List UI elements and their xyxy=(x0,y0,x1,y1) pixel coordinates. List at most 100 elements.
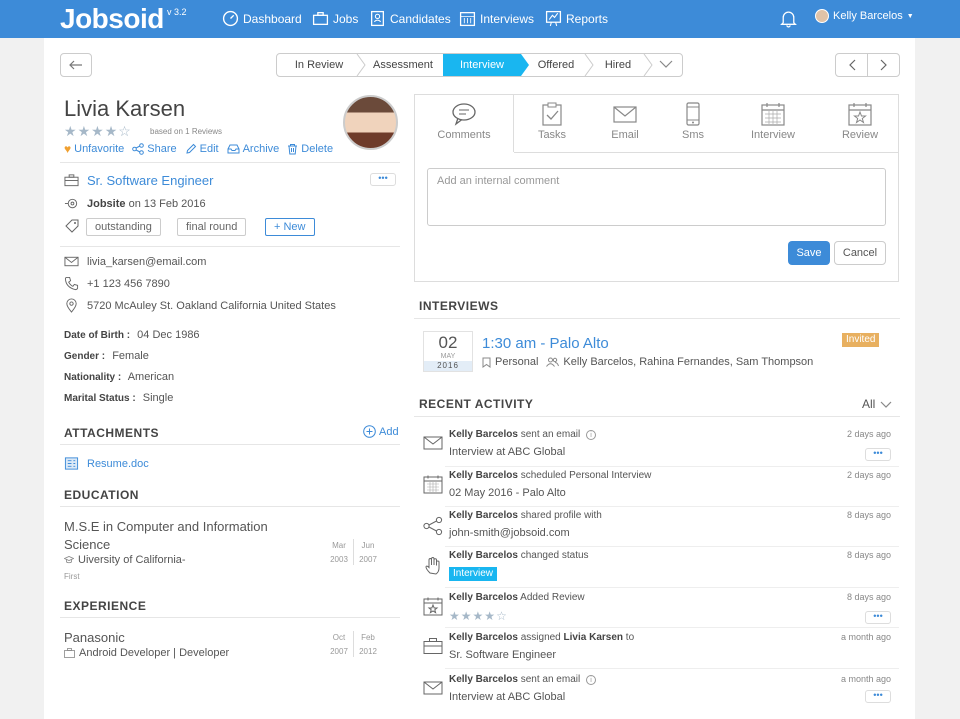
nav-reports-label: Reports xyxy=(566,11,609,26)
attachment-link[interactable]: Resume.doc xyxy=(87,458,149,470)
attachment-item: Resume.doc xyxy=(64,456,149,471)
users-icon xyxy=(546,357,560,367)
experience-end: Feb 2012 xyxy=(355,631,381,659)
share-label: Share xyxy=(147,143,177,155)
activity-detail-link[interactable]: Sr. Software Engineer xyxy=(449,649,556,661)
graduation-cap-icon xyxy=(64,556,74,564)
stage-hired[interactable]: Hired xyxy=(589,54,647,76)
interview-date-box: 02 MAY 2016 xyxy=(423,331,473,372)
calendar-icon xyxy=(459,12,476,27)
caret-down-icon: ▼ xyxy=(906,12,914,20)
brand-logo[interactable]: Jobsoid xyxy=(60,3,164,35)
previous-button[interactable] xyxy=(836,54,868,76)
dob-value: 04 Dec 1986 xyxy=(137,329,200,341)
activity-filter-dropdown[interactable]: All xyxy=(862,397,892,411)
pencil-icon xyxy=(185,143,196,154)
nav-candidates[interactable]: Candidates xyxy=(369,10,451,27)
stage-interview[interactable]: Interview xyxy=(443,54,529,76)
heart-icon: ♥ xyxy=(64,142,72,156)
activity-more-button[interactable]: ••• xyxy=(865,448,891,461)
tag-item[interactable]: outstanding xyxy=(86,218,161,236)
tab-review[interactable]: Review xyxy=(820,95,900,152)
activity-item: Kelly Barcelos sent an email i Interview… xyxy=(423,672,891,710)
comment-input[interactable]: Add an internal comment xyxy=(427,168,886,226)
user-avatar xyxy=(815,9,829,23)
bell-icon[interactable] xyxy=(780,9,797,28)
tab-email[interactable]: Email xyxy=(590,95,660,152)
nav-dashboard[interactable]: Dashboard xyxy=(222,10,302,27)
next-button[interactable] xyxy=(868,54,900,76)
end-month: Jun xyxy=(361,541,375,550)
save-comment-button[interactable]: Save xyxy=(788,241,830,265)
activity-actor: Kelly Barcelos xyxy=(449,632,518,643)
divider xyxy=(445,587,899,588)
prev-next-control xyxy=(835,53,900,77)
activity-text: Kelly Barcelos sent an email i xyxy=(449,674,596,685)
tab-sms[interactable]: Sms xyxy=(660,95,726,152)
stage-assessment[interactable]: Assessment xyxy=(363,54,443,76)
email-value[interactable]: livia_karsen@email.com xyxy=(87,256,206,268)
star-icon: ★ xyxy=(91,123,105,139)
date-divider xyxy=(353,539,354,565)
stage-more-dropdown[interactable] xyxy=(649,54,682,76)
delete-button[interactable]: Delete xyxy=(287,142,333,156)
phone-value[interactable]: +1 123 456 7890 xyxy=(87,278,170,290)
recent-activity-heading: RECENT ACTIVITY xyxy=(419,397,534,411)
rating-stars[interactable]: ★★★★☆ xyxy=(64,123,132,140)
trash-icon xyxy=(288,144,298,155)
activity-time: 2 days ago xyxy=(846,470,891,480)
activity-time: a month ago xyxy=(840,632,891,642)
edit-button[interactable]: Edit xyxy=(185,142,219,156)
tab-comments[interactable]: Comments xyxy=(415,95,514,152)
version-label: v 3.2 xyxy=(167,7,187,17)
envelope-icon xyxy=(423,681,443,695)
unfavorite-button[interactable]: ♥ Unfavorite xyxy=(64,142,124,156)
share-button[interactable]: Share xyxy=(132,142,177,156)
interview-heading-link[interactable]: 1:30 am - Palo Alto xyxy=(482,335,609,352)
activity-text: Kelly Barcelos assigned Livia Karsen to xyxy=(449,632,634,643)
archive-button[interactable]: Archive xyxy=(227,142,279,156)
dashboard-icon xyxy=(222,10,239,27)
company-name: Panasonic xyxy=(64,630,125,645)
chevron-down-icon xyxy=(880,401,892,408)
clipboard-check-icon xyxy=(542,102,562,126)
activity-text: Kelly Barcelos shared profile with xyxy=(449,510,602,521)
divider xyxy=(445,668,899,669)
job-more-button[interactable]: ••• xyxy=(370,173,396,186)
nav-interviews[interactable]: Interviews xyxy=(459,10,534,27)
activity-action: changed status xyxy=(520,550,589,561)
tab-tasks[interactable]: Tasks xyxy=(515,95,589,152)
tag-item[interactable]: final round xyxy=(177,218,247,236)
divider xyxy=(414,416,900,417)
activity-detail-link[interactable]: 02 May 2016 - Palo Alto xyxy=(449,487,566,499)
stage-in-review[interactable]: In Review xyxy=(277,54,361,76)
chevron-down-icon xyxy=(659,60,673,68)
back-button[interactable] xyxy=(60,53,92,77)
activity-actor: Kelly Barcelos xyxy=(449,592,518,603)
stage-offered[interactable]: Offered xyxy=(527,54,585,76)
nav-reports[interactable]: Reports xyxy=(545,10,608,27)
activity-more-button[interactable]: ••• xyxy=(865,611,891,624)
tab-interview[interactable]: Interview xyxy=(726,95,820,152)
activity-time: 2 days ago xyxy=(846,429,891,439)
activity-filter-value: All xyxy=(862,397,876,411)
user-menu[interactable]: Kelly Barcelos ▼ xyxy=(815,9,914,23)
end-year: 2007 xyxy=(359,555,377,564)
add-tag-button[interactable]: + New xyxy=(265,218,315,236)
divider xyxy=(60,246,400,247)
activity-more-button[interactable]: ••• xyxy=(865,690,891,703)
job-title-link[interactable]: Sr. Software Engineer xyxy=(87,173,213,188)
address-value: 5720 McAuley St. Oakland California Unit… xyxy=(87,299,336,312)
nav-candidates-label: Candidates xyxy=(390,11,451,26)
activity-item: Kelly Barcelos Added Review ★★★★☆ 8 days… xyxy=(423,590,891,626)
nationality-row: Nationality : American xyxy=(64,371,174,383)
star-icon: ★ xyxy=(77,123,92,139)
cancel-comment-button[interactable]: Cancel xyxy=(834,241,886,265)
tab-underline xyxy=(514,152,899,153)
nav-jobs[interactable]: Jobs xyxy=(312,10,358,27)
add-attachment-button[interactable]: Add xyxy=(363,425,399,438)
interview-status-badge: Invited xyxy=(842,333,880,347)
star-icon: ★ xyxy=(64,123,78,139)
tab-tasks-label: Tasks xyxy=(537,129,567,141)
education-end: Jun 2007 xyxy=(355,539,381,567)
